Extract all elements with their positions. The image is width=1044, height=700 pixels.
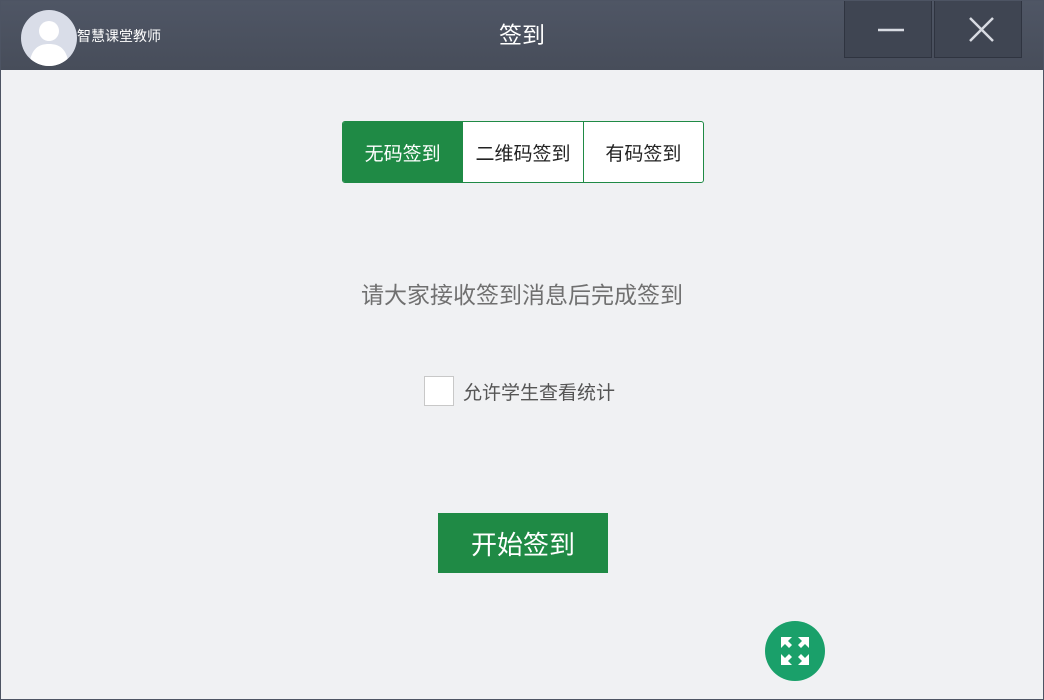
fullscreen-button[interactable]: [765, 621, 825, 681]
tab-code-sign-in[interactable]: 有码签到: [582, 122, 703, 182]
close-icon: [969, 17, 994, 42]
minimize-icon: [878, 28, 904, 32]
allow-view-stats-option[interactable]: 允许学生查看统计: [424, 375, 615, 407]
allow-view-stats-label: 允许学生查看统计: [463, 381, 616, 404]
tab-qr-code-sign-in[interactable]: 二维码签到: [462, 122, 582, 182]
start-sign-in-button[interactable]: 开始签到: [438, 513, 608, 573]
expand-icon: [781, 637, 809, 665]
tab-no-code-sign-in[interactable]: 无码签到: [343, 122, 463, 182]
minimize-button[interactable]: [844, 1, 932, 58]
title-bar: 智慧课堂教师 签到: [1, 1, 1043, 70]
close-button[interactable]: [934, 1, 1022, 58]
sign-in-hint: 请大家接收签到消息后完成签到: [361, 283, 683, 309]
sign-in-mode-tabs: 无码签到 二维码签到 有码签到: [342, 121, 704, 183]
sign-in-window: 智慧课堂教师 签到 无码签到 二维码签到 有码签到 请大家接收签到消息后完成签到…: [0, 0, 1044, 700]
allow-view-stats-checkbox[interactable]: [424, 376, 454, 406]
